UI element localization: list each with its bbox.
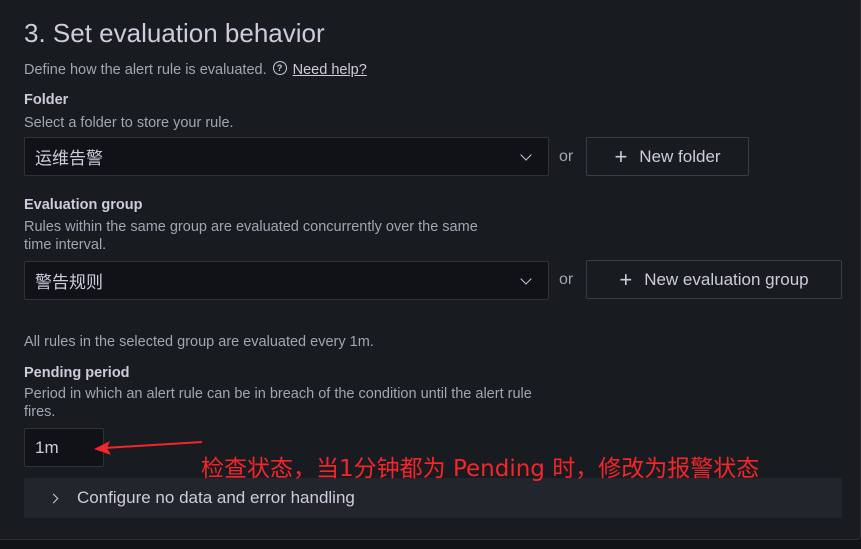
help-circle-icon: ?: [272, 61, 287, 76]
new-folder-button[interactable]: + New folder: [586, 137, 749, 176]
pending-period-label: Pending period: [24, 365, 130, 381]
no-data-error-handling-toggle[interactable]: Configure no data and error handling: [24, 478, 842, 518]
pending-period-description-1: Period in which an alert rule can be in …: [24, 386, 532, 402]
folder-description: Select a folder to store your rule.: [24, 115, 234, 131]
folder-select-value: 运维告警: [35, 149, 103, 168]
chevron-right-icon: [48, 493, 59, 503]
pending-period-value: 1m: [35, 437, 59, 457]
chevron-down-icon: [520, 272, 532, 285]
new-folder-label: New folder: [639, 146, 721, 166]
no-data-error-handling-label: Configure no data and error handling: [77, 488, 355, 507]
pending-period-description-2: fires.: [24, 404, 56, 420]
evaluation-group-or-text: or: [559, 271, 574, 288]
evaluation-group-description-1: Rules within the same group are evaluate…: [24, 219, 478, 235]
plus-icon: +: [614, 143, 628, 169]
evaluation-group-select[interactable]: 警告规则: [24, 261, 549, 300]
section-description: Define how the alert rule is evaluated.: [24, 62, 267, 78]
folder-label: Folder: [24, 92, 69, 108]
new-evaluation-group-button[interactable]: + New evaluation group: [586, 260, 842, 299]
evaluation-group-select-value: 警告规则: [35, 273, 103, 292]
folder-select[interactable]: 运维告警: [24, 137, 549, 176]
section-description-row: Define how the alert rule is evaluated.?…: [24, 61, 367, 78]
folder-or-text: or: [559, 148, 574, 165]
evaluation-interval-note: All rules in the selected group are eval…: [24, 334, 374, 350]
new-evaluation-group-label: New evaluation group: [644, 269, 809, 289]
evaluation-group-description-2: time interval.: [24, 237, 107, 253]
annotation-text: 检查状态，当1分钟都为 Pending 时，修改为报警状态: [201, 456, 760, 482]
annotation-arrow: [94, 441, 203, 455]
evaluation-group-label: Evaluation group: [24, 197, 143, 213]
need-help-link[interactable]: Need help?: [293, 62, 367, 78]
plus-icon: +: [619, 266, 633, 292]
evaluation-behavior-panel: 3. Set evaluation behavior Define how th…: [0, 0, 861, 540]
section-title: 3. Set evaluation behavior: [24, 18, 325, 48]
chevron-down-icon: [520, 148, 532, 161]
